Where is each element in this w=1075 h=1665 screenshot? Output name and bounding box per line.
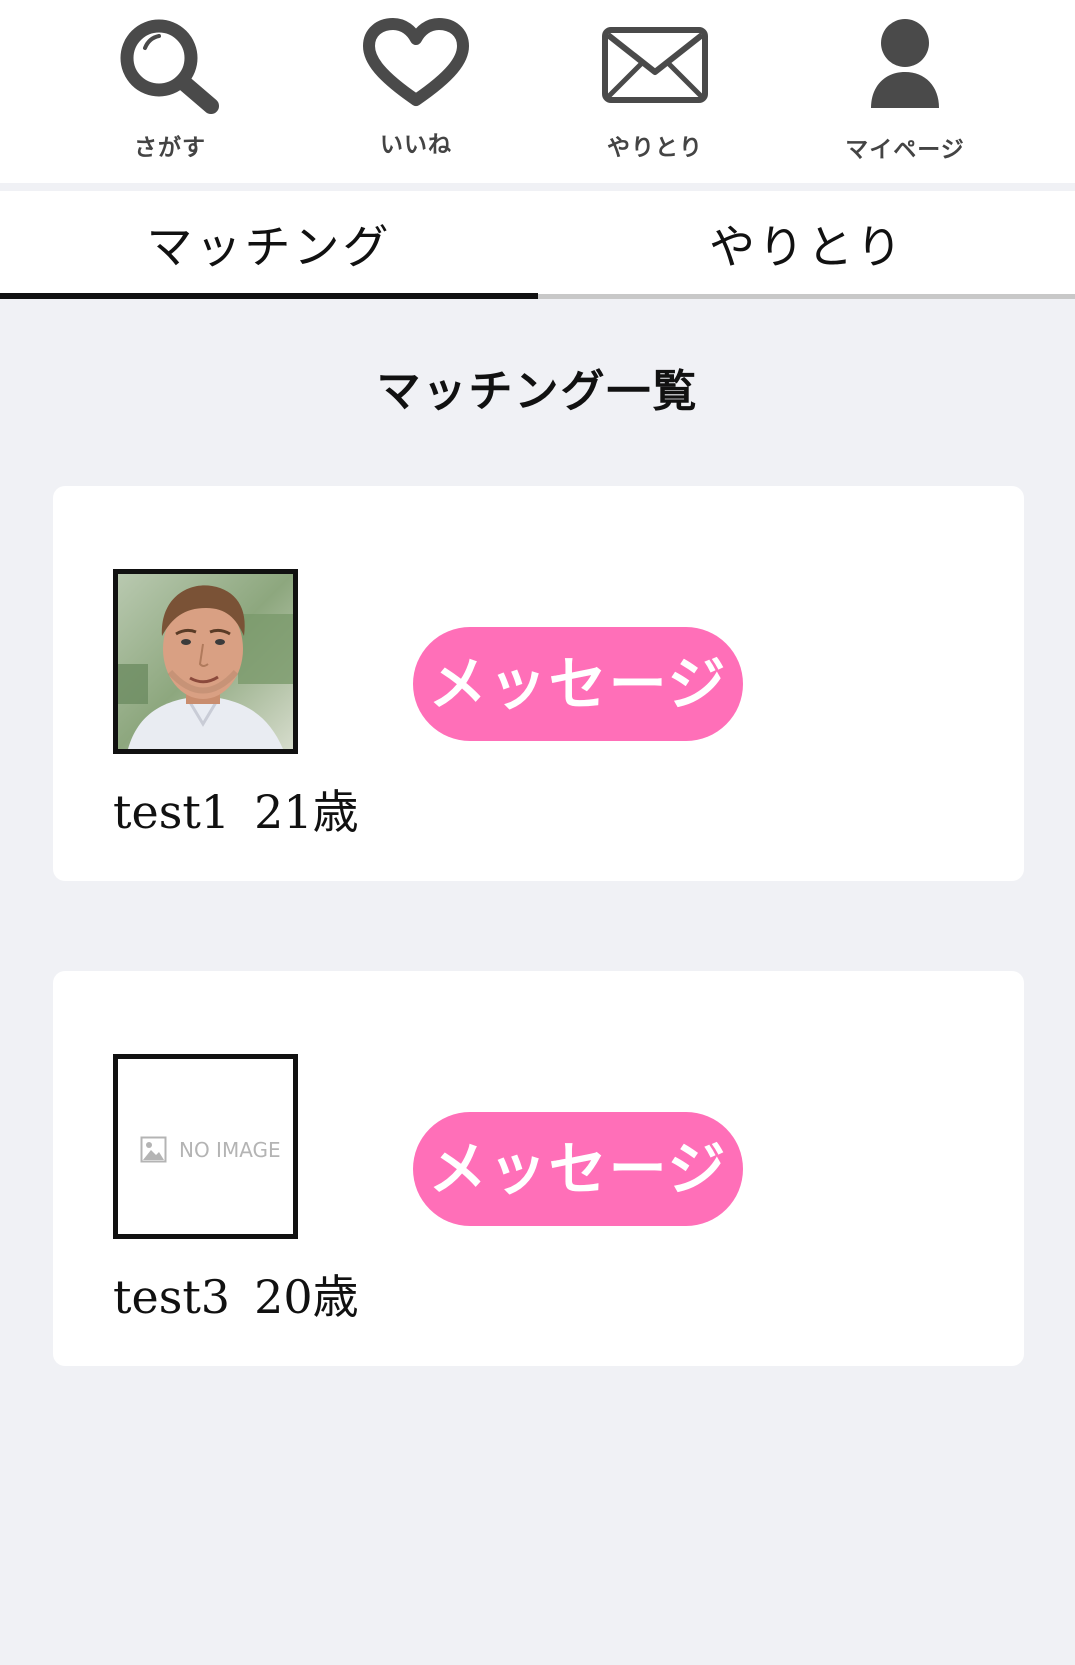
nav-label-search: さがす (134, 135, 206, 161)
tab-messages[interactable]: やりとり (538, 191, 1075, 299)
message-button[interactable]: メッセージ (413, 1112, 743, 1226)
tab-matching[interactable]: マッチング (0, 191, 538, 299)
no-image-text: NO IMAGE (179, 1137, 281, 1162)
tab-bar: マッチング やりとり (0, 191, 1075, 299)
avatar[interactable] (113, 569, 298, 754)
tab-inactive-indicator (538, 294, 1075, 299)
user-info: test1 21歳 (113, 776, 359, 842)
search-icon (120, 19, 219, 114)
user-name: test1 (113, 785, 231, 839)
match-card: NO IMAGE test3 20歳 メッセージ (53, 971, 1024, 1366)
image-icon (140, 1136, 167, 1163)
nav-label-messages: やりとり (607, 135, 703, 161)
top-nav: さがす いいね やりとり マイページ (0, 0, 1075, 183)
user-icon (871, 19, 939, 108)
nav-item-mypage[interactable]: マイページ (805, 0, 1005, 183)
mail-icon (602, 27, 708, 103)
tab-active-indicator (0, 293, 538, 299)
user-info: test3 20歳 (113, 1261, 359, 1327)
user-age: 21歳 (254, 785, 359, 839)
nav-item-search[interactable]: さがす (70, 0, 270, 183)
page-title: マッチング一覧 (376, 366, 699, 417)
profile-photo (118, 574, 293, 749)
nav-item-likes[interactable]: いいね (316, 0, 516, 183)
user-name: test3 (113, 1270, 231, 1324)
match-card: test1 21歳 メッセージ (53, 486, 1024, 881)
avatar[interactable]: NO IMAGE (113, 1054, 298, 1239)
no-image-placeholder: NO IMAGE (140, 1136, 281, 1163)
message-button[interactable]: メッセージ (413, 627, 743, 741)
nav-label-mypage: マイページ (845, 137, 965, 163)
nav-label-likes: いいね (380, 132, 452, 158)
nav-item-messages[interactable]: やりとり (555, 0, 755, 183)
heart-icon (363, 18, 469, 106)
user-age: 20歳 (254, 1270, 359, 1324)
nav-divider (0, 183, 1075, 191)
